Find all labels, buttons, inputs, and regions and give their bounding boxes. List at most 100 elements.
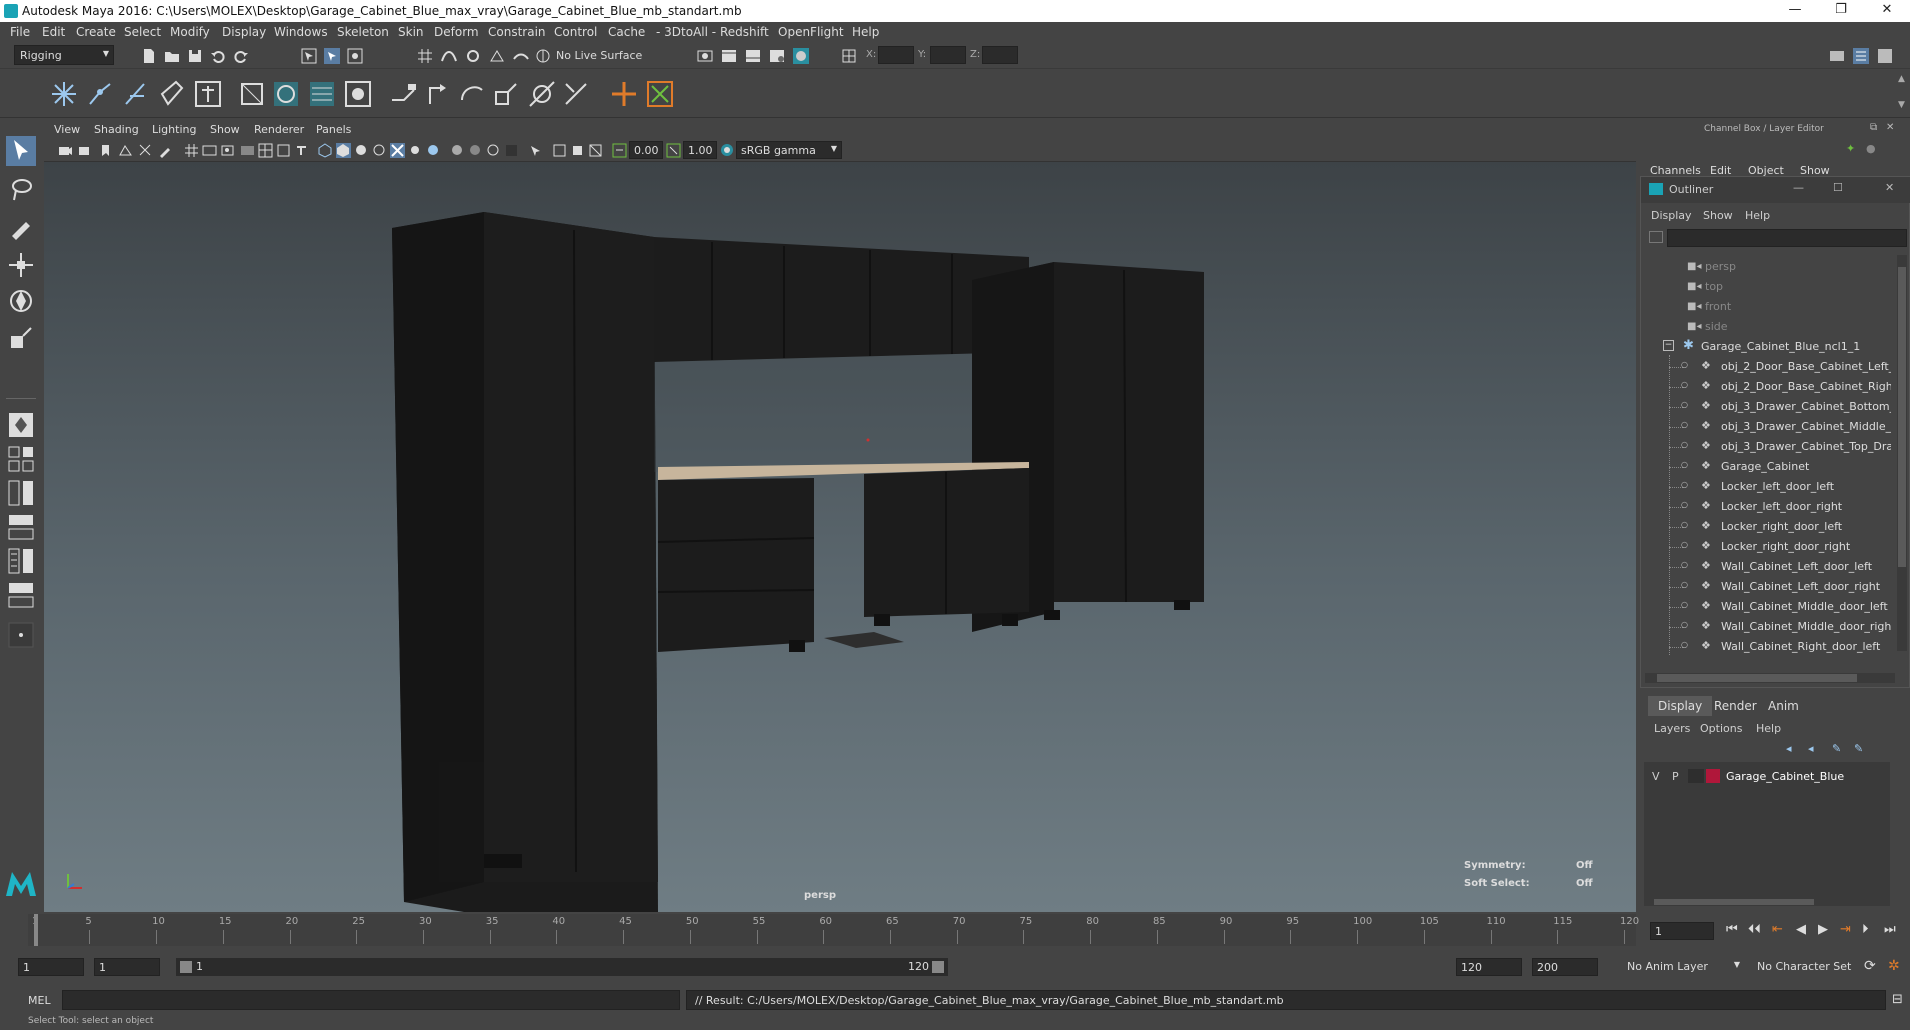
toggle-field-icon[interactable] bbox=[840, 47, 858, 65]
safe-action-icon[interactable] bbox=[276, 143, 291, 158]
single-pane-layout-icon[interactable] bbox=[6, 410, 36, 440]
wireframe-icon[interactable] bbox=[318, 143, 333, 158]
attribute-editor-icon[interactable] bbox=[1852, 47, 1870, 65]
outliner-hscrollbar[interactable] bbox=[1645, 673, 1895, 683]
panel-menu-shading[interactable]: Shading bbox=[94, 123, 139, 136]
expand-dot-icon[interactable]: ○ bbox=[1681, 420, 1688, 429]
menuset-dropdown[interactable]: Rigging ▼ bbox=[14, 45, 114, 65]
menu-cache[interactable]: Cache bbox=[608, 25, 645, 39]
expand-dot-icon[interactable]: ○ bbox=[1681, 500, 1688, 509]
time-slider[interactable]: 1510152025303540455055606570758085909510… bbox=[28, 914, 1639, 946]
outliner-camera-row[interactable]: ■◂ front bbox=[1641, 297, 1891, 317]
step-back-frame-icon[interactable]: ⇤ bbox=[1772, 922, 1783, 937]
layer-menu-help[interactable]: Help bbox=[1756, 722, 1781, 735]
menu-display[interactable]: Display bbox=[222, 25, 266, 39]
play-backward-icon[interactable]: ◀ bbox=[1796, 922, 1806, 937]
rotate-tool-icon[interactable] bbox=[6, 286, 36, 316]
point-constraint-icon[interactable] bbox=[422, 78, 454, 110]
camera-select-icon[interactable] bbox=[58, 143, 73, 158]
snap-surface-icon[interactable] bbox=[512, 47, 530, 65]
select-camera-icon[interactable] bbox=[528, 143, 543, 158]
save-scene-icon[interactable] bbox=[186, 47, 204, 65]
anim-layer-dropdown[interactable]: No Anim Layer ▼ bbox=[1622, 957, 1742, 977]
outliner-mesh-row[interactable]: ○ ❖ Locker_right_door_left bbox=[1641, 517, 1891, 537]
gamma-field[interactable]: 1.00 bbox=[683, 141, 717, 159]
render-settings-icon[interactable] bbox=[768, 47, 786, 65]
script-editor-icon[interactable]: ⊟ bbox=[1892, 992, 1903, 1007]
layer-display-type[interactable] bbox=[1688, 769, 1704, 783]
range-end-handle[interactable] bbox=[932, 961, 944, 973]
cluster-icon[interactable] bbox=[236, 78, 268, 110]
snap-point-icon[interactable] bbox=[464, 47, 482, 65]
paint-weights-icon[interactable] bbox=[192, 78, 224, 110]
ik-spline-icon[interactable] bbox=[120, 78, 152, 110]
outliner-camera-row[interactable]: ■◂ side bbox=[1641, 317, 1891, 337]
pole-vector-icon[interactable] bbox=[560, 78, 592, 110]
outliner-vscroll-thumb[interactable] bbox=[1898, 267, 1906, 567]
y-field[interactable] bbox=[930, 46, 966, 64]
frame-all-icon[interactable] bbox=[552, 143, 567, 158]
lasso-tool-icon[interactable] bbox=[6, 174, 36, 204]
anim-end-field[interactable]: 200 bbox=[1532, 958, 1598, 976]
go-to-start-icon[interactable]: ⏮ bbox=[1726, 922, 1738, 937]
hypershade-icon[interactable] bbox=[792, 47, 810, 65]
wrap-deformer-icon[interactable] bbox=[306, 78, 338, 110]
step-forward-key-icon[interactable]: ⏵ bbox=[1862, 922, 1869, 937]
expand-dot-icon[interactable]: ○ bbox=[1681, 520, 1688, 529]
menu-control[interactable]: Control bbox=[554, 25, 597, 39]
outliner-camera-row[interactable]: ■◂ top bbox=[1641, 277, 1891, 297]
layer-row[interactable]: V P Garage_Cabinet_Blue bbox=[1644, 766, 1890, 786]
graph-layout-icon[interactable] bbox=[6, 546, 36, 576]
snap-view-plane-icon[interactable] bbox=[488, 47, 506, 65]
gate-mask-icon[interactable] bbox=[240, 143, 255, 158]
xray-icon[interactable] bbox=[390, 143, 405, 158]
move-tool-icon[interactable] bbox=[6, 250, 36, 280]
new-scene-icon[interactable] bbox=[140, 47, 158, 65]
menu-skin[interactable]: Skin bbox=[398, 25, 424, 39]
outliner-group-row[interactable]: − ✱ Garage_Cabinet_Blue_ncl1_1 bbox=[1641, 337, 1891, 357]
expand-dot-icon[interactable]: ○ bbox=[1681, 480, 1688, 489]
layer-editor-toggle-icon[interactable]: ● bbox=[1866, 142, 1876, 155]
select-by-object-icon[interactable] bbox=[323, 47, 341, 65]
outliner-filter-icon[interactable] bbox=[1649, 231, 1663, 243]
gamma-icon[interactable] bbox=[666, 143, 681, 158]
shelf-scroll-up-icon[interactable]: ▲ bbox=[1898, 74, 1905, 84]
range-slider[interactable]: 1 120 bbox=[176, 958, 948, 976]
minimize-button[interactable]: — bbox=[1772, 0, 1818, 22]
camera-lock-icon[interactable] bbox=[78, 143, 93, 158]
layer-playback-toggle[interactable]: P bbox=[1672, 770, 1679, 783]
lattice-icon[interactable] bbox=[270, 78, 302, 110]
textured-icon[interactable] bbox=[372, 143, 387, 158]
move-layer-up-icon[interactable]: ◂ bbox=[1786, 742, 1792, 755]
outliner-close-icon[interactable]: ✕ bbox=[1885, 181, 1894, 194]
panel-menu-show[interactable]: Show bbox=[210, 123, 240, 136]
anim-start-field[interactable]: 1 bbox=[18, 958, 84, 976]
panel-menu-lighting[interactable]: Lighting bbox=[152, 123, 196, 136]
close-panel-icon[interactable]: ✕ bbox=[1886, 122, 1894, 133]
expand-dot-icon[interactable]: ○ bbox=[1681, 580, 1688, 589]
go-to-end-icon[interactable]: ⏭ bbox=[1884, 922, 1896, 937]
playback-start-field[interactable]: 1 bbox=[94, 958, 160, 976]
default-lighting-icon[interactable] bbox=[354, 143, 369, 158]
outliner-mesh-row[interactable]: ○ ❖ obj_2_Door_Base_Cabinet_Left_d bbox=[1641, 357, 1891, 377]
menu-edit[interactable]: Edit bbox=[42, 25, 65, 39]
select-by-hierarchy-icon[interactable] bbox=[300, 47, 318, 65]
two-pane-stacked-layout-icon[interactable] bbox=[6, 512, 36, 542]
menu-skeleton[interactable]: Skeleton bbox=[337, 25, 389, 39]
ik-handle-icon[interactable] bbox=[84, 78, 116, 110]
shelf-scroll-down-icon[interactable]: ▼ bbox=[1898, 100, 1905, 110]
outliner-mesh-row[interactable]: ○ ❖ obj_3_Drawer_Cabinet_Middle_D bbox=[1641, 417, 1891, 437]
outliner-mesh-row[interactable]: ○ ❖ Garage_Cabinet bbox=[1641, 457, 1891, 477]
layer-visibility-toggle[interactable]: V bbox=[1652, 770, 1660, 783]
open-scene-icon[interactable] bbox=[163, 47, 181, 65]
outliner-hscroll-thumb[interactable] bbox=[1657, 674, 1857, 682]
restore-button[interactable]: ❐ bbox=[1818, 0, 1864, 22]
expand-dot-icon[interactable]: ○ bbox=[1681, 620, 1688, 629]
panel-menu-view[interactable]: View bbox=[54, 123, 80, 136]
smooth-shade-icon[interactable] bbox=[336, 143, 351, 158]
outliner-layout-icon[interactable] bbox=[6, 580, 36, 610]
new-layer-from-selected-icon[interactable]: ✎ bbox=[1854, 742, 1863, 755]
current-frame-field[interactable]: 1 bbox=[1650, 922, 1714, 940]
layer-hscroll-thumb[interactable] bbox=[1654, 899, 1814, 905]
layer-tab-display[interactable]: Display bbox=[1648, 696, 1713, 716]
